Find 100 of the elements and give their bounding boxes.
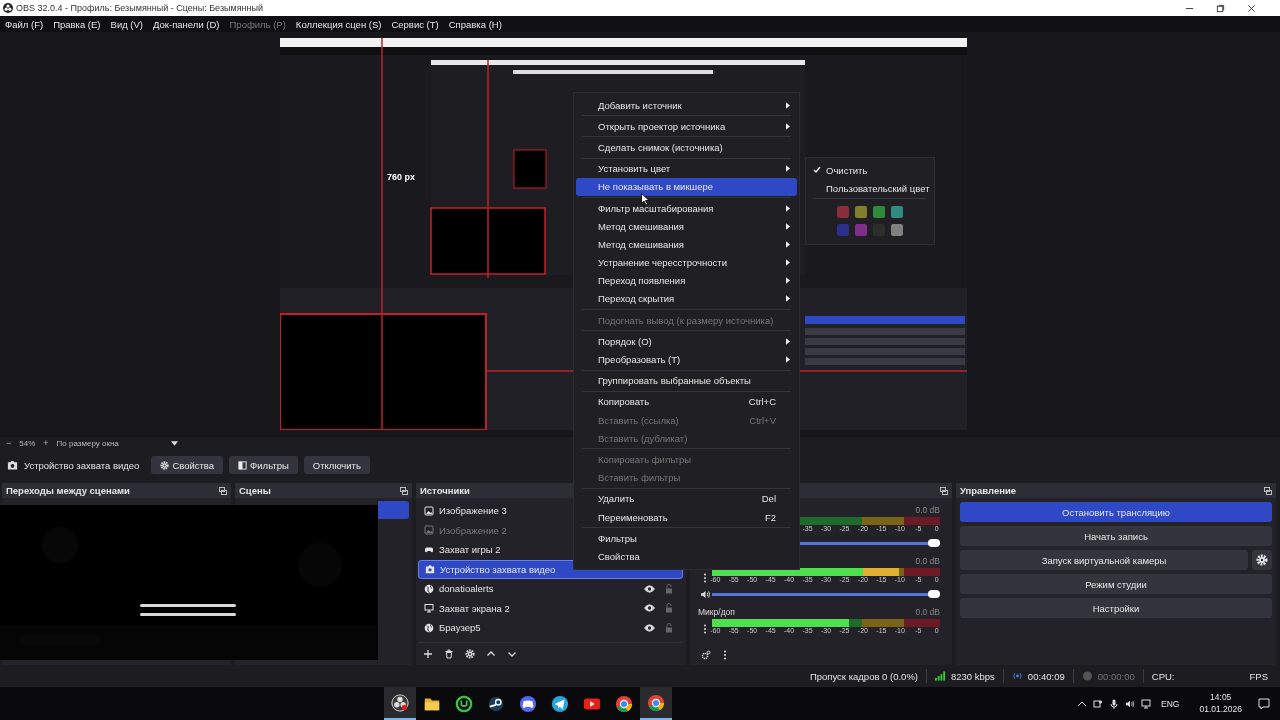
control-button[interactable]: Настройки (960, 598, 1272, 618)
stream-time: 00:40:09 (1027, 670, 1065, 682)
control-button[interactable]: Остановить трансляцию (960, 502, 1272, 522)
control-button[interactable]: Режим студии (960, 574, 1272, 594)
menu-item[interactable]: Порядок (O) (576, 332, 797, 351)
speaker-icon[interactable] (1125, 698, 1136, 709)
menu-item[interactable]: Открыть проектор источника (576, 117, 797, 136)
source-name: Изображение 2 (439, 524, 508, 536)
image-icon (424, 505, 434, 516)
menu-item[interactable]: Метод смешивания (576, 235, 797, 254)
color-swatch[interactable] (855, 224, 867, 236)
settings-icon[interactable] (701, 650, 711, 660)
app-logo-icon (3, 3, 13, 13)
menu-item[interactable]: Удалить Del (576, 489, 797, 508)
color-swatch[interactable] (837, 224, 849, 236)
eye-icon[interactable] (644, 584, 655, 593)
volume-slider[interactable] (712, 590, 940, 598)
undock-icon[interactable] (940, 486, 948, 495)
menu-item[interactable]: Сделать снимок (источника) (576, 138, 797, 157)
source-item[interactable]: donatioalerts (418, 579, 683, 599)
color-swatch[interactable] (891, 224, 903, 236)
color-swatch[interactable] (855, 206, 867, 218)
speaker-icon[interactable] (699, 590, 711, 599)
color-swatch[interactable] (891, 206, 903, 218)
volume-reading: 0.0 dB (915, 556, 940, 566)
taskbar-app[interactable] (640, 687, 672, 720)
menu-item[interactable]: Коллекция сцен (S) (295, 18, 382, 30)
color-swatch[interactable] (873, 206, 885, 218)
menu-item[interactable]: Метод смешивания (576, 217, 797, 236)
menu-item[interactable]: Очистить (808, 161, 932, 179)
undock-icon[interactable] (1264, 486, 1272, 495)
menu-item[interactable]: Преобразовать (T) (576, 350, 797, 369)
toolbar-button[interactable]: Отключить (303, 456, 370, 474)
lock-icon[interactable] (665, 603, 673, 614)
add-icon[interactable] (423, 649, 433, 659)
caret-icon[interactable] (170, 441, 178, 446)
notification-icon[interactable] (1258, 697, 1270, 710)
lock-icon[interactable] (665, 583, 673, 594)
control-button[interactable]: Запуск виртуальной камеры (960, 550, 1248, 570)
toolbar-button[interactable]: Фильтры (229, 456, 298, 474)
slider-thumb[interactable] (928, 539, 940, 547)
kebab-menu-icon[interactable] (703, 572, 707, 583)
globe-icon (424, 583, 434, 594)
menu-item[interactable]: Правка (E) (53, 18, 101, 30)
menu-item[interactable]: Переход скрытия (576, 289, 797, 309)
menu-item[interactable]: Док-панели (D) (153, 18, 220, 30)
toolbar-button[interactable]: Свойства (151, 456, 224, 474)
taskbar-app[interactable] (384, 687, 416, 720)
restore-icon[interactable] (1216, 3, 1225, 13)
cpu-label: CPU: (1151, 670, 1175, 682)
kebab-menu-icon[interactable] (723, 650, 727, 660)
undock-icon[interactable] (219, 486, 227, 495)
close-icon[interactable] (1247, 3, 1256, 13)
settings-icon[interactable] (465, 649, 475, 659)
move-down-icon[interactable] (507, 649, 517, 659)
eye-icon[interactable] (644, 623, 655, 632)
language-indicator[interactable]: ENG (1161, 698, 1180, 709)
zoom-out-button[interactable]: − (4, 439, 14, 448)
lock-icon[interactable] (665, 622, 673, 633)
menu-item[interactable]: Пользовательский цвет (808, 179, 932, 197)
window-title: OBS 32.0.4 - Профиль: Безымянный - Сцены: Безымянный (16, 3, 264, 13)
clock-time[interactable]: 14:05 (1210, 692, 1232, 704)
menu-item[interactable]: Справка (H) (448, 18, 502, 30)
source-name: Захват экрана 2 (439, 602, 511, 614)
menu-item[interactable]: Устранение чересстрочности (576, 253, 797, 272)
fit-dropdown[interactable]: По размеру окна (56, 439, 165, 448)
clock-date[interactable]: 01.01.2026 (1199, 703, 1242, 715)
menu-item[interactable]: Фильтр масштабирования (576, 198, 797, 218)
source-item[interactable]: Браузер5 (418, 618, 683, 638)
menu-item[interactable]: Не показывать в микшере (576, 177, 797, 196)
microphone-icon[interactable] (1109, 698, 1120, 709)
camera-icon (425, 564, 435, 575)
globe-icon (424, 622, 434, 633)
menu-item[interactable]: Вид (V) (110, 18, 144, 30)
aperture-icon (391, 693, 409, 712)
menu-item[interactable]: Копировать Ctrl+C (576, 392, 797, 411)
trash-icon[interactable] (444, 649, 454, 659)
dock-title: Источники (420, 485, 470, 496)
color-swatch[interactable] (837, 206, 849, 218)
zoom-in-button[interactable]: + (41, 439, 51, 448)
source-name: Захват игры 2 (439, 544, 502, 556)
menu-item[interactable]: Файл (F) (5, 18, 44, 30)
menu-item[interactable]: Фильтры (576, 529, 797, 548)
dropped-frames: Пропуск кадров 0 (0.0%) (809, 670, 918, 682)
menu-item[interactable]: Установить цвет (576, 159, 797, 178)
guide-label: 760 px (387, 172, 416, 182)
settings-button[interactable] (1252, 550, 1272, 570)
menu-item[interactable]: Сервис (T) (391, 18, 439, 30)
kebab-menu-icon[interactable] (703, 623, 707, 634)
control-button[interactable]: Начать запись (960, 526, 1272, 546)
menu-item[interactable]: Группировать выбранные объекты (576, 371, 797, 390)
source-name: donatioalerts (439, 583, 495, 595)
undock-icon[interactable] (400, 486, 408, 495)
menu-item[interactable]: Переход появления (576, 271, 797, 290)
menu-item[interactable]: Переименовать F2 (576, 507, 797, 527)
slider-thumb[interactable] (928, 590, 940, 598)
source-item[interactable]: Захват экрана 2 (418, 598, 683, 618)
eye-icon[interactable] (644, 604, 655, 613)
menu-item[interactable]: Добавить источник (576, 96, 797, 115)
network-icon[interactable] (1141, 698, 1152, 709)
